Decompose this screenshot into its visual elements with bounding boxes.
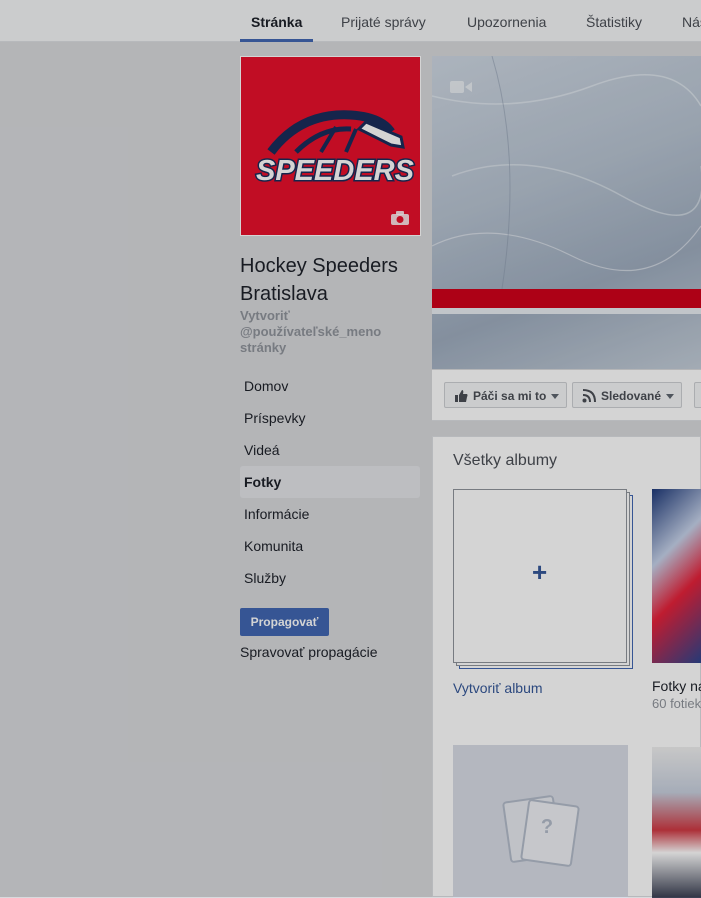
video-camera-icon[interactable] xyxy=(450,80,472,94)
cover-white-stripe xyxy=(432,308,701,314)
rss-feed-icon xyxy=(582,389,596,403)
profile-picture[interactable]: SPEEDERS xyxy=(240,56,421,236)
follow-button[interactable]: Sledované xyxy=(572,382,683,408)
like-button-label: Páči sa mi to xyxy=(473,389,547,403)
chevron-down-icon xyxy=(551,394,560,399)
page-action-bar: Páči sa mi to Sledované xyxy=(432,370,701,421)
tab-page[interactable]: Stránka xyxy=(251,14,302,30)
tab-insights[interactable]: Štatistiky xyxy=(586,14,642,30)
share-button[interactable] xyxy=(694,382,701,408)
manage-promotions-link[interactable]: Spravovať propagácie xyxy=(240,644,378,660)
album-photo-count: 60 fotiek xyxy=(652,696,701,711)
sidebar-item-services[interactable]: Služby xyxy=(240,562,420,594)
sidebar-item-community[interactable]: Komunita xyxy=(240,530,420,562)
page-top-nav: Stránka Prijaté správy Upozornenia Štati… xyxy=(0,0,701,42)
album-title[interactable]: Fotky na xyxy=(652,678,701,694)
sidebar-item-videos[interactable]: Videá xyxy=(240,434,420,466)
like-button[interactable]: Páči sa mi to xyxy=(444,382,568,408)
logo-wordmark: SPEEDERS xyxy=(255,154,416,189)
svg-text:?: ? xyxy=(541,816,553,838)
camera-icon[interactable] xyxy=(390,211,410,225)
page-title: Hockey Speeders Bratislava xyxy=(240,255,398,305)
plus-icon: + xyxy=(532,557,548,587)
cover-photo[interactable] xyxy=(432,56,701,369)
sidebar-item-about[interactable]: Informácie xyxy=(240,498,420,530)
active-tab-indicator xyxy=(240,39,313,42)
sidebar-item-posts[interactable]: Príspevky xyxy=(240,402,420,434)
tab-inbox[interactable]: Prijaté správy xyxy=(341,14,426,30)
tab-notifications[interactable]: Upozornenia xyxy=(467,14,546,30)
ice-texture xyxy=(432,56,701,289)
chevron-down-icon xyxy=(666,394,675,399)
album-cover-thumbnail[interactable] xyxy=(652,489,701,663)
hockey-logo-icon xyxy=(267,110,405,155)
albums-panel: Všetky albumy + Vytvoriť album Fotky na … xyxy=(432,436,701,898)
empty-album-thumbnail[interactable]: ? xyxy=(453,745,628,898)
page-sidebar-nav: Domov Príspevky Videá Fotky Informácie K… xyxy=(240,370,420,594)
sidebar-item-home[interactable]: Domov xyxy=(240,370,420,402)
tab-settings[interactable]: Nás xyxy=(682,14,701,30)
sidebar-item-photos[interactable]: Fotky xyxy=(240,466,420,498)
albums-heading: Všetky albumy xyxy=(453,452,558,469)
thumbs-up-icon xyxy=(455,390,468,402)
create-album-card[interactable]: + xyxy=(453,489,633,669)
create-username-link[interactable]: Vytvoriť @používateľské_meno stránky xyxy=(240,308,420,356)
create-album-link[interactable]: Vytvoriť album xyxy=(453,680,543,696)
photo-placeholder-icon: ? xyxy=(502,795,580,867)
cover-red-stripe xyxy=(432,289,701,308)
follow-button-label: Sledované xyxy=(601,389,662,403)
promote-button[interactable]: Propagovať xyxy=(240,608,329,636)
album-cover-thumbnail-team[interactable] xyxy=(652,747,701,898)
